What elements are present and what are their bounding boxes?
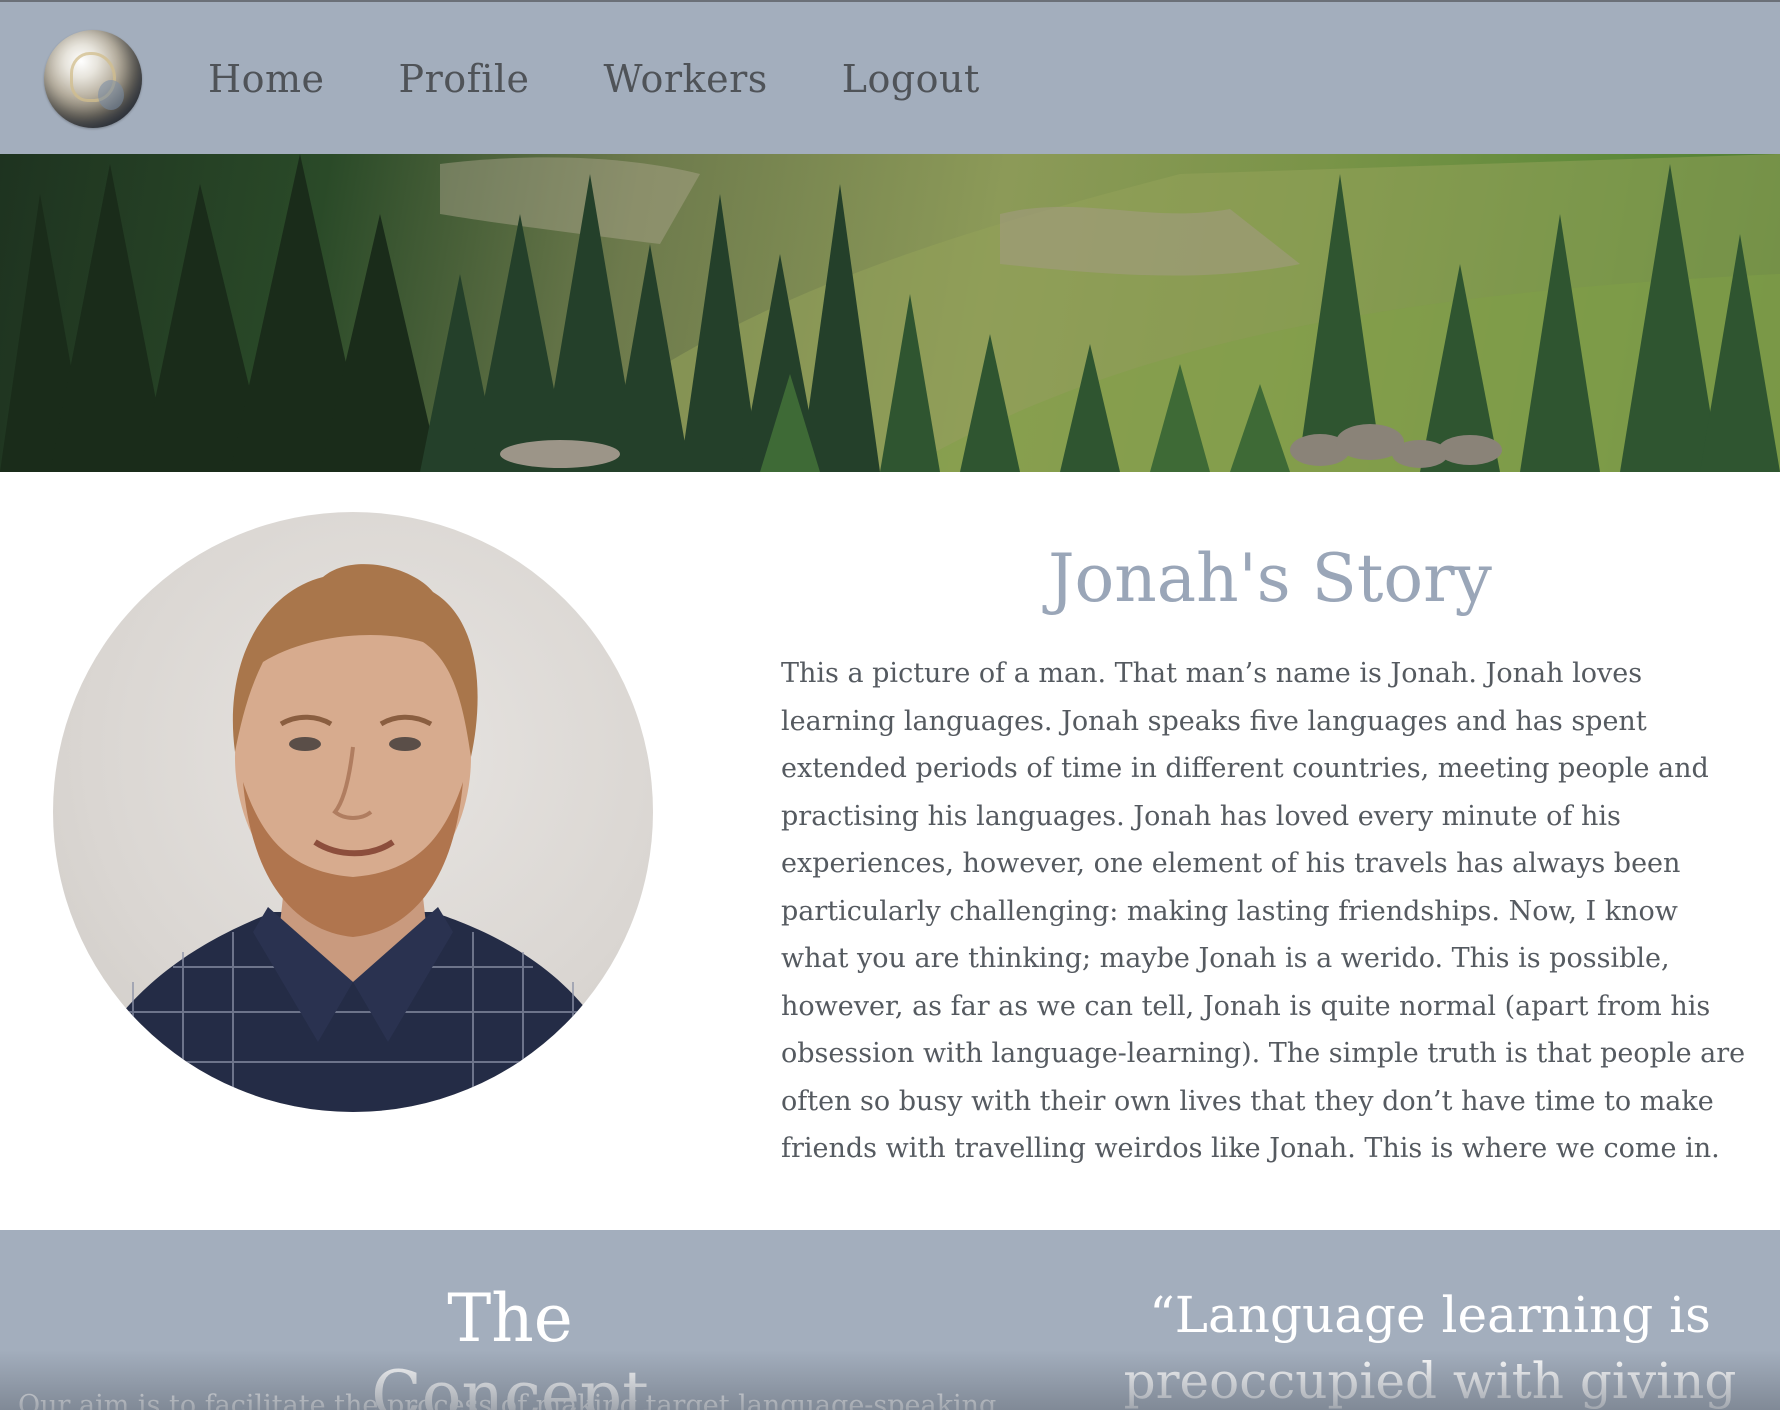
nav-logout-link[interactable]: Logout (842, 57, 980, 101)
page: Home Profile Workers Logout Jonah's Stor… (0, 0, 1780, 1410)
jonah-portrait-illustration (53, 564, 653, 1112)
navbar: Home Profile Workers Logout (0, 0, 1780, 154)
nav-links: Home Profile Workers Logout (208, 2, 1054, 156)
nav-home-link[interactable]: Home (208, 57, 325, 101)
forest-illustration (0, 154, 1780, 472)
concept-section: The Concept Our aim is to facilitate the… (0, 1230, 1780, 1410)
globe-logo-icon[interactable] (44, 30, 142, 128)
concept-quote: “Language learning is preoccupied with g… (1123, 1286, 1737, 1410)
story-title: Jonah's Story (1048, 540, 1492, 617)
concept-text: Our aim is to facilitate the process of … (18, 1390, 997, 1410)
nav-workers-link[interactable]: Workers (604, 57, 768, 101)
nav-profile-link[interactable]: Profile (399, 57, 530, 101)
hero-forest-banner (0, 154, 1780, 472)
story-body: This a picture of a man. That man’s name… (781, 658, 1746, 1164)
jonah-photo (53, 512, 653, 1112)
